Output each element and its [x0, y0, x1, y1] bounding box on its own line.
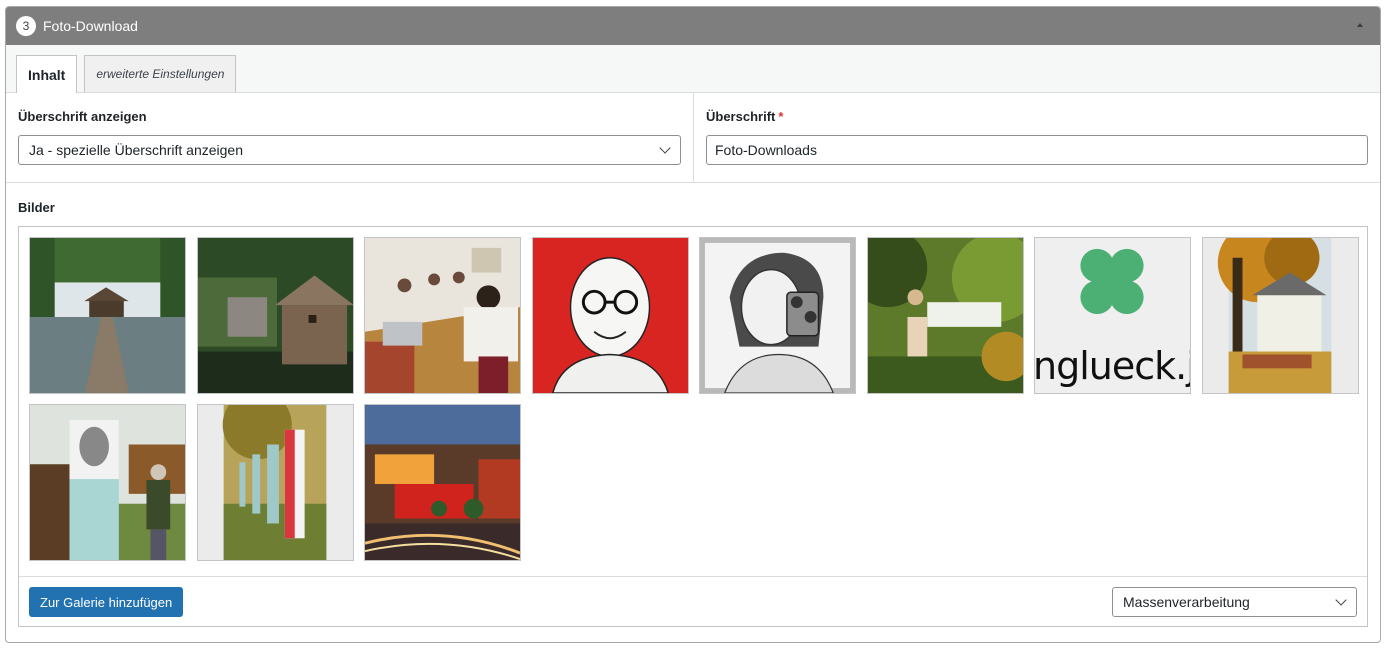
thumbnail-drawing-camera[interactable]: [699, 237, 856, 394]
collapse-arrow-icon[interactable]: [1354, 19, 1366, 31]
step-number-badge: 3: [16, 16, 36, 36]
gallery-footer: Zur Galerie hinzufügen Massenverarbeitun…: [19, 576, 1367, 627]
bulk-action-select[interactable]: Massenverarbeitung: [1112, 587, 1357, 617]
show-heading-select[interactable]: Ja - spezielle Überschrift anzeigen: [18, 135, 681, 165]
photo-pharmacy-night: [365, 405, 520, 560]
panel-title: Foto-Download: [43, 18, 138, 34]
photo-portrait-red: [532, 238, 688, 393]
show-heading-select-value: Ja - spezielle Überschrift anzeigen: [29, 142, 243, 158]
thumbnail-pharmacy-night[interactable]: [364, 404, 521, 561]
thumbnail-exhibition-row[interactable]: [196, 404, 354, 561]
heading-label-text: Überschrift: [706, 109, 776, 124]
thumbnail-portrait-red[interactable]: [531, 237, 689, 394]
logo-text: nglueck.jo: [1034, 344, 1190, 388]
thumbnail-boathouse-lake[interactable]: [29, 237, 186, 394]
show-heading-label: Überschrift anzeigen: [18, 109, 147, 124]
thumbnail-wooden-hut[interactable]: [196, 237, 354, 394]
thumbnail-exhibition-panel[interactable]: [29, 404, 186, 561]
photo-exhibition-panel: [30, 405, 185, 560]
photo-garden-woman: [867, 238, 1023, 393]
photo-exhibition-row: [197, 405, 353, 560]
thumbnail-clover-logo[interactable]: nglueck.jo: [1034, 237, 1191, 394]
photo-drawing-camera: [700, 238, 855, 393]
thumbnail-meeting-room[interactable]: [364, 237, 521, 394]
show-heading-field: Überschrift anzeigen Ja - spezielle Über…: [6, 93, 694, 182]
gallery-box: nglueck.jo: [18, 226, 1368, 627]
images-label: Bilder: [18, 200, 55, 215]
thumbnail-house-autumn[interactable]: [1201, 237, 1359, 394]
foto-download-panel: 3 Foto-Download Inhalt erweiterte Einste…: [5, 6, 1381, 643]
heading-field: Überschrift *: [694, 93, 1380, 182]
photo-house-autumn: [1202, 238, 1358, 393]
thumbnail-garden-woman[interactable]: [866, 237, 1024, 394]
images-section: Bilder nglueck. Zur Galerie hinzufügen M…: [6, 183, 1380, 627]
panel-header[interactable]: 3 Foto-Download: [6, 7, 1380, 45]
bulk-action-select-value: Massenverarbeitung: [1123, 594, 1250, 610]
thumbnail-grid: nglueck.jo: [29, 237, 1359, 561]
tab-erweiterte-einstellungen[interactable]: erweiterte Einstellungen: [84, 55, 237, 92]
tabs-bar: Inhalt erweiterte Einstellungen: [6, 45, 1380, 93]
add-to-gallery-button[interactable]: Zur Galerie hinzufügen: [29, 587, 184, 617]
required-mark: *: [778, 109, 784, 124]
photo-meeting-room: [365, 238, 520, 393]
fields-row: Überschrift anzeigen Ja - spezielle Über…: [6, 93, 1380, 183]
heading-input[interactable]: [706, 135, 1368, 165]
photo-boathouse-lake: [30, 238, 185, 393]
tab-inhalt[interactable]: Inhalt: [16, 55, 78, 93]
heading-label: Überschrift *: [706, 109, 1368, 124]
chevron-down-icon: [1335, 593, 1347, 606]
photo-wooden-hut: [197, 238, 353, 393]
chevron-down-icon: [659, 141, 671, 154]
